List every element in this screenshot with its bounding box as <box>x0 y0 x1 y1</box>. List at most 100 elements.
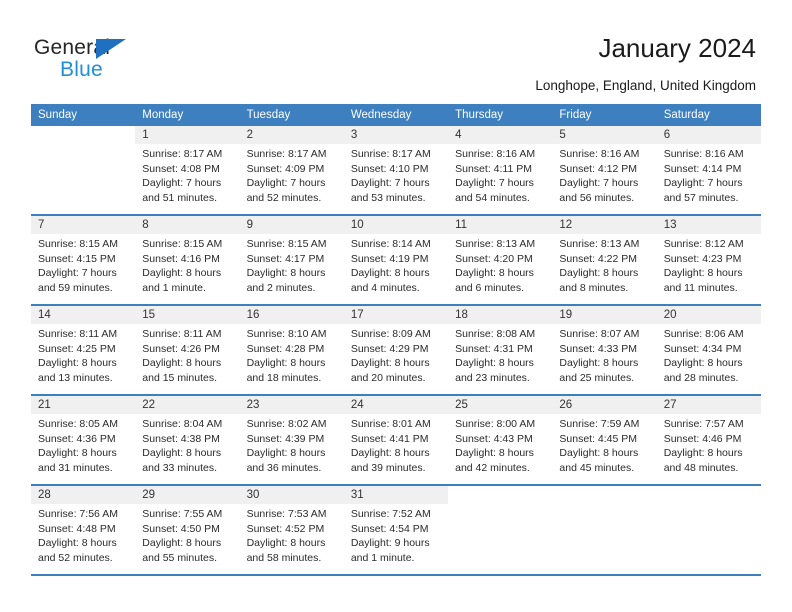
calendar-day-cell[interactable]: 6 Sunrise: 8:16 AM Sunset: 4:14 PM Daylight… <box>656 126 761 214</box>
daylight-duration-line2: and 33 minutes. <box>142 461 217 474</box>
daylight-duration-line1: Daylight: 8 hours <box>38 357 117 369</box>
calendar-day-cell[interactable]: 3 Sunrise: 8:17 AM Sunset: 4:10 PM Daylight… <box>343 126 449 214</box>
day-sun-info: Sunrise: 8:11 AM Sunset: 4:25 PM Daylight:… <box>31 324 135 385</box>
sunrise-time: Sunrise: 8:10 AM <box>246 328 327 340</box>
daylight-duration-line1: Daylight: 7 hours <box>455 177 534 189</box>
sunrise-time: Sunrise: 8:16 AM <box>455 148 536 160</box>
day-sun-info: Sunrise: 8:00 AM Sunset: 4:43 PM Daylight:… <box>448 414 552 475</box>
daylight-duration-line2: and 4 minutes. <box>350 281 420 294</box>
day-sun-info: Sunrise: 7:55 AM Sunset: 4:50 PM Daylight:… <box>135 504 239 565</box>
sunrise-time: Sunrise: 8:15 AM <box>142 238 223 250</box>
calendar-day-cell[interactable]: 13 Sunrise: 8:12 AM Sunset: 4:23 PM Dayligh… <box>656 216 761 304</box>
calendar-day-cell[interactable]: 4 Sunrise: 8:16 AM Sunset: 4:11 PM Daylight… <box>448 126 553 214</box>
calendar-day-cell[interactable]: 5 Sunrise: 8:16 AM Sunset: 4:12 PM Daylight… <box>552 126 657 214</box>
day-number: 5 <box>552 126 657 144</box>
day-sun-info: Sunrise: 8:04 AM Sunset: 4:38 PM Daylight:… <box>135 414 239 475</box>
daylight-duration-line2: and 45 minutes. <box>559 461 635 474</box>
sunrise-time: Sunrise: 8:02 AM <box>246 418 327 430</box>
calendar-day-cell[interactable]: 21 Sunrise: 8:05 AM Sunset: 4:36 PM Dayligh… <box>31 396 136 484</box>
sunset-time: Sunset: 4:17 PM <box>246 252 325 265</box>
day-number: 31 <box>343 486 449 504</box>
generalblue-logo[interactable]: General Blue <box>34 36 214 88</box>
day-sun-info: Sunrise: 8:17 AM Sunset: 4:09 PM Daylight:… <box>240 144 344 205</box>
sunrise-time: Sunrise: 8:04 AM <box>142 418 223 430</box>
sunset-time: Sunset: 4:09 PM <box>246 162 325 175</box>
day-number: 15 <box>135 306 240 324</box>
day-number: 21 <box>31 396 136 414</box>
sunset-time: Sunset: 4:11 PM <box>455 162 532 175</box>
calendar-day-cell[interactable]: 30 Sunrise: 7:53 AM Sunset: 4:52 PM Dayligh… <box>239 486 344 574</box>
calendar-day-cell[interactable]: 25 Sunrise: 8:00 AM Sunset: 4:43 PM Dayligh… <box>448 396 553 484</box>
day-sun-info: Sunrise: 8:17 AM Sunset: 4:10 PM Daylight:… <box>344 144 448 205</box>
calendar-day-cell[interactable]: 10 Sunrise: 8:14 AM Sunset: 4:19 PM Dayligh… <box>343 216 449 304</box>
sunset-time: Sunset: 4:25 PM <box>38 342 116 355</box>
calendar-table: Sunday Monday Tuesday Wednesday Thursday… <box>31 104 761 576</box>
calendar-day-cell[interactable]: 12 Sunrise: 8:13 AM Sunset: 4:22 PM Dayligh… <box>552 216 657 304</box>
daylight-duration-line1: Daylight: 8 hours <box>455 447 534 459</box>
weekday-header-thursday: Thursday <box>455 109 504 121</box>
sunset-time: Sunset: 4:36 PM <box>38 432 116 445</box>
day-number: 9 <box>239 216 344 234</box>
sunrise-time: Sunrise: 8:17 AM <box>246 148 327 160</box>
day-sun-info: Sunrise: 8:15 AM Sunset: 4:15 PM Daylight:… <box>31 234 135 295</box>
daylight-duration-line1: Daylight: 8 hours <box>559 357 639 369</box>
day-sun-info: Sunrise: 7:56 AM Sunset: 4:48 PM Daylight:… <box>31 504 135 565</box>
daylight-duration-line2: and 51 minutes. <box>142 191 217 204</box>
calendar-day-cell[interactable]: 24 Sunrise: 8:01 AM Sunset: 4:41 PM Dayligh… <box>343 396 449 484</box>
day-number: 26 <box>552 396 657 414</box>
day-sun-info: Sunrise: 8:05 AM Sunset: 4:36 PM Daylight:… <box>31 414 135 475</box>
daylight-duration-line2: and 52 minutes. <box>38 551 113 564</box>
calendar-day-cell[interactable]: 2 Sunrise: 8:17 AM Sunset: 4:09 PM Daylight… <box>239 126 344 214</box>
calendar-day-cell[interactable]: 26 Sunrise: 7:59 AM Sunset: 4:45 PM Dayligh… <box>552 396 657 484</box>
day-number: 2 <box>239 126 344 144</box>
day-sun-info: Sunrise: 8:13 AM Sunset: 4:20 PM Daylight:… <box>448 234 552 295</box>
day-number: 20 <box>656 306 761 324</box>
sunrise-time: Sunrise: 7:53 AM <box>246 508 327 520</box>
calendar-day-cell[interactable]: 22 Sunrise: 8:04 AM Sunset: 4:38 PM Dayligh… <box>135 396 240 484</box>
calendar-day-cell[interactable]: 14 Sunrise: 8:11 AM Sunset: 4:25 PM Dayligh… <box>31 306 136 394</box>
daylight-duration-line1: Daylight: 7 hours <box>663 177 743 189</box>
sunrise-time: Sunrise: 8:17 AM <box>350 148 431 160</box>
calendar-day-cell[interactable]: 1 Sunrise: 8:17 AM Sunset: 4:08 PM Daylight… <box>135 126 240 214</box>
calendar-week-row: 1 Sunrise: 8:17 AM Sunset: 4:08 PM Daylight… <box>31 126 761 216</box>
sunset-time: Sunset: 4:54 PM <box>350 522 429 535</box>
calendar-day-cell[interactable]: 11 Sunrise: 8:13 AM Sunset: 4:20 PM Dayligh… <box>448 216 553 304</box>
day-number: 19 <box>552 306 657 324</box>
calendar-day-cell[interactable]: 27 Sunrise: 7:57 AM Sunset: 4:46 PM Dayligh… <box>656 396 761 484</box>
calendar-day-cell[interactable]: 23 Sunrise: 8:02 AM Sunset: 4:39 PM Dayligh… <box>239 396 344 484</box>
calendar-day-cell[interactable]: 18 Sunrise: 8:08 AM Sunset: 4:31 PM Dayligh… <box>448 306 553 394</box>
sunrise-time: Sunrise: 8:00 AM <box>455 418 536 430</box>
daylight-duration-line1: Daylight: 8 hours <box>455 267 534 279</box>
sunrise-time: Sunrise: 8:07 AM <box>559 328 640 340</box>
sunrise-time: Sunrise: 7:57 AM <box>663 418 744 430</box>
calendar-day-cell-empty <box>31 126 136 214</box>
day-sun-info: Sunrise: 8:11 AM Sunset: 4:26 PM Daylight:… <box>135 324 239 385</box>
daylight-duration-line1: Daylight: 8 hours <box>142 447 222 459</box>
calendar-day-cell[interactable]: 7 Sunrise: 8:15 AM Sunset: 4:15 PM Daylight… <box>31 216 136 304</box>
calendar-day-cell[interactable]: 29 Sunrise: 7:55 AM Sunset: 4:50 PM Dayligh… <box>135 486 240 574</box>
calendar-day-cell[interactable]: 15 Sunrise: 8:11 AM Sunset: 4:26 PM Dayligh… <box>135 306 240 394</box>
calendar-day-cell[interactable]: 9 Sunrise: 8:15 AM Sunset: 4:17 PM Daylight… <box>239 216 344 304</box>
day-number: 17 <box>343 306 449 324</box>
sunrise-time: Sunrise: 8:15 AM <box>38 238 118 250</box>
calendar-day-cell[interactable]: 16 Sunrise: 8:10 AM Sunset: 4:28 PM Dayligh… <box>239 306 344 394</box>
daylight-duration-line2: and 56 minutes. <box>559 191 635 204</box>
day-number: 18 <box>448 306 553 324</box>
calendar-day-cell[interactable]: 17 Sunrise: 8:09 AM Sunset: 4:29 PM Dayligh… <box>343 306 449 394</box>
calendar-day-cell[interactable]: 19 Sunrise: 8:07 AM Sunset: 4:33 PM Dayligh… <box>552 306 657 394</box>
day-number: 25 <box>448 396 553 414</box>
day-number: 7 <box>31 216 136 234</box>
page-title: January 2024 <box>598 33 756 63</box>
sunset-time: Sunset: 4:50 PM <box>142 522 220 535</box>
day-sun-info: Sunrise: 8:07 AM Sunset: 4:33 PM Daylight:… <box>552 324 656 385</box>
daylight-duration-line2: and 53 minutes. <box>350 191 426 204</box>
calendar-day-cell[interactable]: 28 Sunrise: 7:56 AM Sunset: 4:48 PM Dayligh… <box>31 486 136 574</box>
day-sun-info: Sunrise: 8:17 AM Sunset: 4:08 PM Daylight:… <box>135 144 239 205</box>
sunset-time: Sunset: 4:19 PM <box>350 252 429 265</box>
calendar-day-cell[interactable]: 8 Sunrise: 8:15 AM Sunset: 4:16 PM Daylight… <box>135 216 240 304</box>
day-number: 28 <box>31 486 136 504</box>
sunset-time: Sunset: 4:38 PM <box>142 432 220 445</box>
calendar-day-cell[interactable]: 31 Sunrise: 7:52 AM Sunset: 4:54 PM Dayligh… <box>343 486 449 574</box>
day-sun-info: Sunrise: 8:14 AM Sunset: 4:19 PM Daylight:… <box>344 234 448 295</box>
calendar-day-cell[interactable]: 20 Sunrise: 8:06 AM Sunset: 4:34 PM Dayligh… <box>656 306 761 394</box>
